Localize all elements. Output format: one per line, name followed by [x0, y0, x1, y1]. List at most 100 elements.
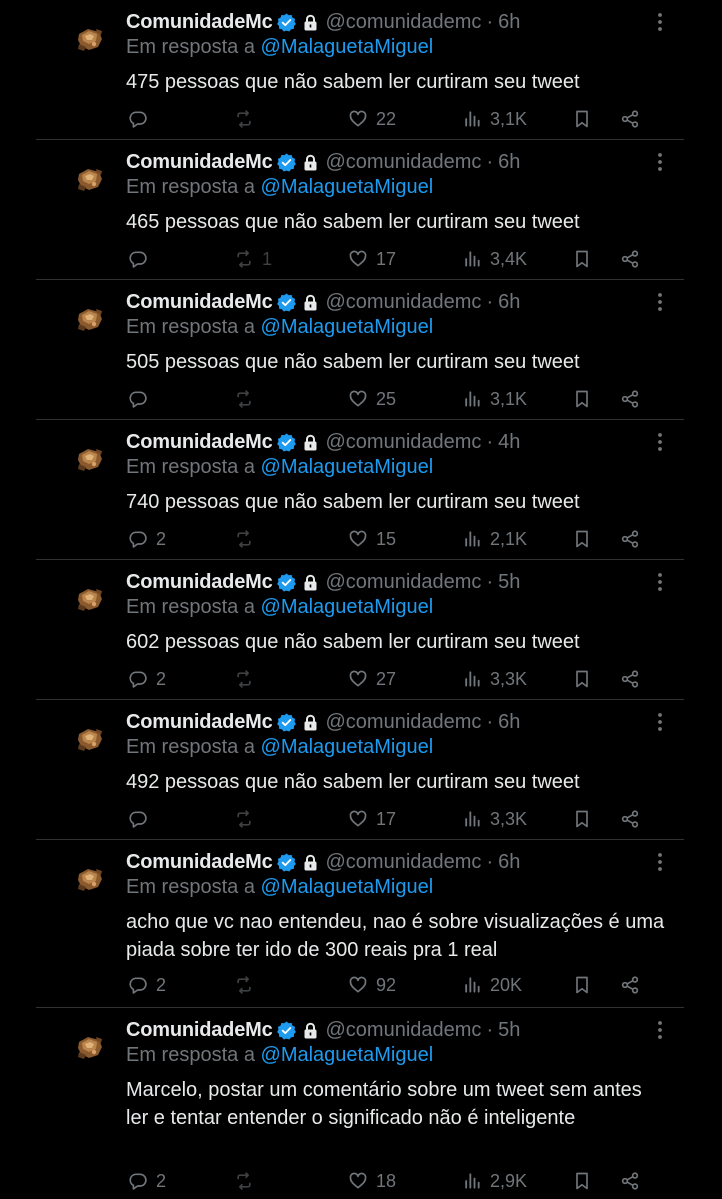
more-options-icon[interactable] — [650, 430, 670, 454]
avatar-icon[interactable] — [72, 720, 108, 756]
tweet[interactable]: ComunidadeMc @comunidademc · 6h Em respo… — [0, 700, 722, 840]
timestamp[interactable]: 6h — [498, 11, 520, 34]
like-button[interactable]: 15 — [348, 526, 396, 552]
bookmark-button[interactable] — [572, 806, 592, 832]
retweet-button[interactable] — [234, 972, 262, 998]
author-name[interactable]: ComunidadeMc — [126, 151, 273, 174]
bookmark-button[interactable] — [572, 526, 592, 552]
author-handle[interactable]: @comunidademc — [326, 151, 482, 174]
tweet[interactable]: ComunidadeMc @comunidademc · 6h Em respo… — [0, 140, 722, 280]
tweet[interactable]: ComunidadeMc @comunidademc · 5h Em respo… — [0, 1008, 722, 1199]
like-button[interactable]: 18 — [348, 1168, 396, 1194]
views-button[interactable]: 3,3K — [462, 806, 527, 832]
author-name[interactable]: ComunidadeMc — [126, 291, 273, 314]
like-button[interactable]: 25 — [348, 386, 396, 412]
views-button[interactable]: 20K — [462, 972, 522, 998]
like-button[interactable]: 92 — [348, 972, 396, 998]
author-handle[interactable]: @comunidademc — [326, 431, 482, 454]
author-name[interactable]: ComunidadeMc — [126, 431, 273, 454]
avatar-icon[interactable] — [72, 160, 108, 196]
more-options-icon[interactable] — [650, 850, 670, 874]
timestamp[interactable]: 5h — [498, 1019, 520, 1042]
author-handle[interactable]: @comunidademc — [326, 571, 482, 594]
more-options-icon[interactable] — [650, 570, 670, 594]
author-name[interactable]: ComunidadeMc — [126, 711, 273, 734]
share-button[interactable] — [620, 666, 640, 692]
share-button[interactable] — [620, 526, 640, 552]
retweet-button[interactable] — [234, 106, 262, 132]
author-handle[interactable]: @comunidademc — [326, 11, 482, 34]
views-button[interactable]: 3,3K — [462, 666, 527, 692]
more-options-icon[interactable] — [650, 150, 670, 174]
reply-button[interactable]: 2 — [128, 1168, 166, 1194]
timestamp[interactable]: 6h — [498, 151, 520, 174]
like-button[interactable]: 22 — [348, 106, 396, 132]
reply-mention-link[interactable]: @MalaguetaMiguel — [261, 456, 434, 478]
like-button[interactable]: 17 — [348, 246, 396, 272]
author-name[interactable]: ComunidadeMc — [126, 1019, 273, 1042]
reply-button[interactable]: 2 — [128, 526, 166, 552]
reply-mention-link[interactable]: @MalaguetaMiguel — [261, 176, 434, 198]
reply-mention-link[interactable]: @MalaguetaMiguel — [261, 316, 434, 338]
retweet-button[interactable] — [234, 526, 262, 552]
avatar-icon[interactable] — [72, 300, 108, 336]
tweet[interactable]: ComunidadeMc @comunidademc · 4h Em respo… — [0, 420, 722, 560]
like-button[interactable]: 27 — [348, 666, 396, 692]
share-button[interactable] — [620, 386, 640, 412]
tweet[interactable]: ComunidadeMc @comunidademc · 6h Em respo… — [0, 840, 722, 1008]
tweet[interactable]: ComunidadeMc @comunidademc · 6h Em respo… — [0, 0, 722, 140]
avatar-icon[interactable] — [72, 20, 108, 56]
timestamp[interactable]: 6h — [498, 851, 520, 874]
bookmark-button[interactable] — [572, 106, 592, 132]
timestamp[interactable]: 4h — [498, 431, 520, 454]
views-button[interactable]: 3,4K — [462, 246, 527, 272]
bookmark-button[interactable] — [572, 1168, 592, 1194]
share-button[interactable] — [620, 106, 640, 132]
author-handle[interactable]: @comunidademc — [326, 291, 482, 314]
bookmark-button[interactable] — [572, 386, 592, 412]
bookmark-button[interactable] — [572, 972, 592, 998]
retweet-button[interactable] — [234, 806, 262, 832]
views-button[interactable]: 3,1K — [462, 106, 527, 132]
share-button[interactable] — [620, 1168, 640, 1194]
retweet-button[interactable] — [234, 666, 262, 692]
share-button[interactable] — [620, 972, 640, 998]
reply-button[interactable] — [128, 246, 156, 272]
more-options-icon[interactable] — [650, 710, 670, 734]
more-options-icon[interactable] — [650, 10, 670, 34]
bookmark-button[interactable] — [572, 666, 592, 692]
author-handle[interactable]: @comunidademc — [326, 1019, 482, 1042]
tweet[interactable]: ComunidadeMc @comunidademc · 6h Em respo… — [0, 280, 722, 420]
avatar-icon[interactable] — [72, 440, 108, 476]
author-handle[interactable]: @comunidademc — [326, 851, 482, 874]
timestamp[interactable]: 6h — [498, 711, 520, 734]
share-button[interactable] — [620, 806, 640, 832]
reply-button[interactable]: 2 — [128, 972, 166, 998]
avatar-icon[interactable] — [72, 580, 108, 616]
retweet-button[interactable] — [234, 386, 262, 412]
author-handle[interactable]: @comunidademc — [326, 711, 482, 734]
reply-button[interactable]: 2 — [128, 666, 166, 692]
more-options-icon[interactable] — [650, 290, 670, 314]
timestamp[interactable]: 5h — [498, 571, 520, 594]
retweet-button[interactable] — [234, 1168, 262, 1194]
author-name[interactable]: ComunidadeMc — [126, 571, 273, 594]
reply-mention-link[interactable]: @MalaguetaMiguel — [261, 1044, 434, 1066]
retweet-button[interactable]: 1 — [234, 246, 272, 272]
reply-mention-link[interactable]: @MalaguetaMiguel — [261, 736, 434, 758]
reply-button[interactable] — [128, 806, 156, 832]
reply-button[interactable] — [128, 386, 156, 412]
timestamp[interactable]: 6h — [498, 291, 520, 314]
views-button[interactable]: 2,9K — [462, 1168, 527, 1194]
share-button[interactable] — [620, 246, 640, 272]
author-name[interactable]: ComunidadeMc — [126, 11, 273, 34]
reply-mention-link[interactable]: @MalaguetaMiguel — [261, 36, 434, 58]
views-button[interactable]: 3,1K — [462, 386, 527, 412]
more-options-icon[interactable] — [650, 1018, 670, 1042]
author-name[interactable]: ComunidadeMc — [126, 851, 273, 874]
views-button[interactable]: 2,1K — [462, 526, 527, 552]
avatar-icon[interactable] — [72, 1028, 108, 1064]
tweet[interactable]: ComunidadeMc @comunidademc · 5h Em respo… — [0, 560, 722, 700]
avatar-icon[interactable] — [72, 860, 108, 896]
bookmark-button[interactable] — [572, 246, 592, 272]
